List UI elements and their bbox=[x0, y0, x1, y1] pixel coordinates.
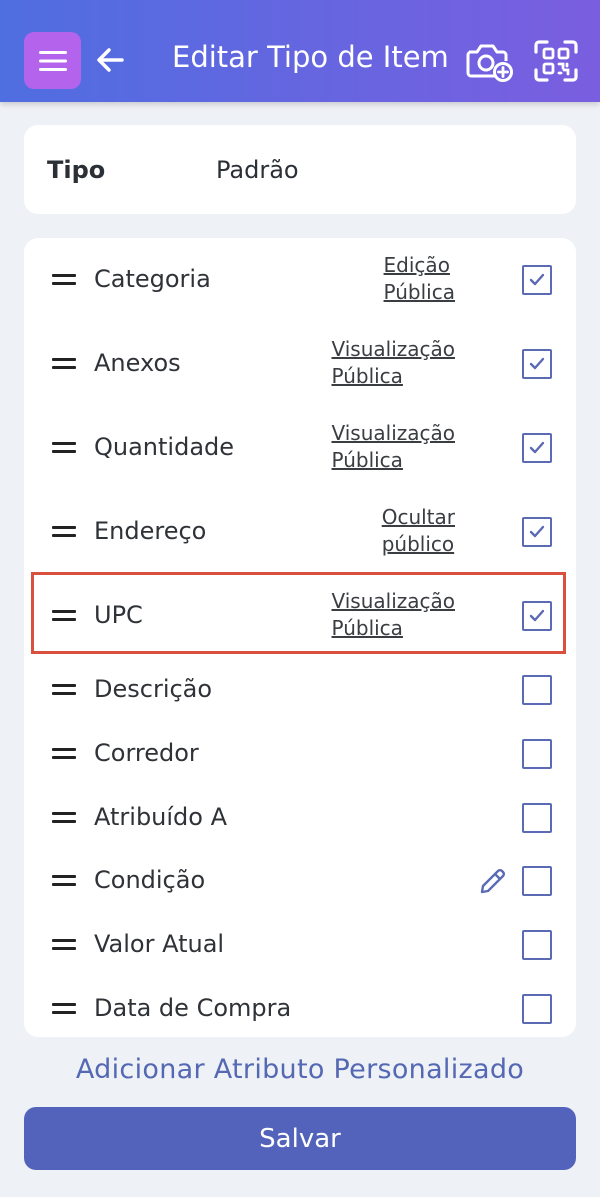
save-button[interactable]: Salvar bbox=[24, 1107, 576, 1170]
visibility-line: Visualização bbox=[331, 421, 455, 445]
arrow-left-icon bbox=[97, 48, 124, 72]
pencil-icon[interactable] bbox=[478, 866, 508, 896]
drag-handle-icon[interactable] bbox=[52, 748, 76, 760]
attribute-label: Valor Atual bbox=[94, 930, 225, 958]
visibility-line: público bbox=[381, 532, 455, 556]
highlight-box bbox=[31, 572, 566, 654]
drag-handle-icon[interactable] bbox=[52, 358, 76, 370]
checkbox-unchecked[interactable] bbox=[522, 930, 552, 960]
type-value: Padrão bbox=[216, 156, 299, 184]
visibility-line: Ocultar bbox=[381, 505, 455, 529]
drag-handle-icon[interactable] bbox=[52, 939, 76, 951]
check-icon bbox=[529, 357, 545, 370]
scan-icon bbox=[534, 40, 578, 82]
hamburger-icon bbox=[38, 50, 67, 71]
visibility-link[interactable]: Visualização Pública bbox=[331, 420, 455, 474]
attribute-label: Anexos bbox=[94, 349, 181, 377]
checkbox-checked[interactable] bbox=[522, 517, 552, 547]
page-title: Editar Tipo de Item bbox=[172, 40, 449, 74]
attribute-label: Condição bbox=[94, 866, 206, 894]
check-icon bbox=[529, 441, 545, 454]
checkbox-unchecked[interactable] bbox=[522, 739, 552, 769]
add-photo-button[interactable] bbox=[465, 40, 513, 82]
checkbox-unchecked[interactable] bbox=[522, 803, 552, 833]
add-custom-attribute-link[interactable]: Adicionar Atributo Personalizado bbox=[0, 1054, 600, 1085]
scan-button[interactable] bbox=[533, 39, 579, 83]
visibility-line: Pública bbox=[331, 364, 403, 388]
visibility-link[interactable]: Visualização Pública bbox=[331, 336, 455, 390]
attribute-label: Endereço bbox=[94, 517, 207, 545]
visibility-line: Pública bbox=[383, 280, 455, 304]
attribute-label: Categoria bbox=[94, 265, 211, 293]
type-card: Tipo Padrão bbox=[24, 125, 576, 214]
camera-add-icon bbox=[466, 44, 513, 82]
back-button[interactable] bbox=[94, 44, 126, 76]
checkbox-unchecked[interactable] bbox=[522, 675, 552, 705]
visibility-link[interactable]: Ocultar público bbox=[382, 504, 455, 558]
attribute-label: Corredor bbox=[94, 739, 199, 767]
drag-handle-icon[interactable] bbox=[52, 875, 76, 887]
drag-handle-icon[interactable] bbox=[52, 274, 76, 286]
drag-handle-icon[interactable] bbox=[52, 684, 76, 696]
visibility-line: Pública bbox=[331, 448, 403, 472]
type-label: Tipo bbox=[47, 156, 106, 184]
drag-handle-icon[interactable] bbox=[52, 442, 76, 454]
checkbox-unchecked[interactable] bbox=[522, 866, 552, 896]
attribute-label: Descrição bbox=[94, 675, 213, 703]
attribute-label: Quantidade bbox=[94, 433, 235, 461]
attribute-label: Atribuído A bbox=[94, 803, 228, 831]
check-icon bbox=[529, 525, 545, 538]
check-icon bbox=[529, 273, 545, 286]
drag-handle-icon[interactable] bbox=[52, 812, 76, 824]
visibility-line: Visualização bbox=[331, 337, 455, 361]
attribute-label: Data de Compra bbox=[94, 994, 292, 1022]
visibility-line: Edição bbox=[383, 253, 450, 277]
drag-handle-icon[interactable] bbox=[52, 1003, 76, 1015]
checkbox-checked[interactable] bbox=[522, 349, 552, 379]
checkbox-unchecked[interactable] bbox=[522, 994, 552, 1024]
menu-button[interactable] bbox=[24, 32, 81, 89]
drag-handle-icon[interactable] bbox=[52, 526, 76, 538]
app-header: Editar Tipo de Item bbox=[0, 0, 600, 102]
checkbox-checked[interactable] bbox=[522, 265, 552, 295]
visibility-link[interactable]: Edição Pública bbox=[384, 252, 455, 306]
checkbox-checked[interactable] bbox=[522, 433, 552, 463]
